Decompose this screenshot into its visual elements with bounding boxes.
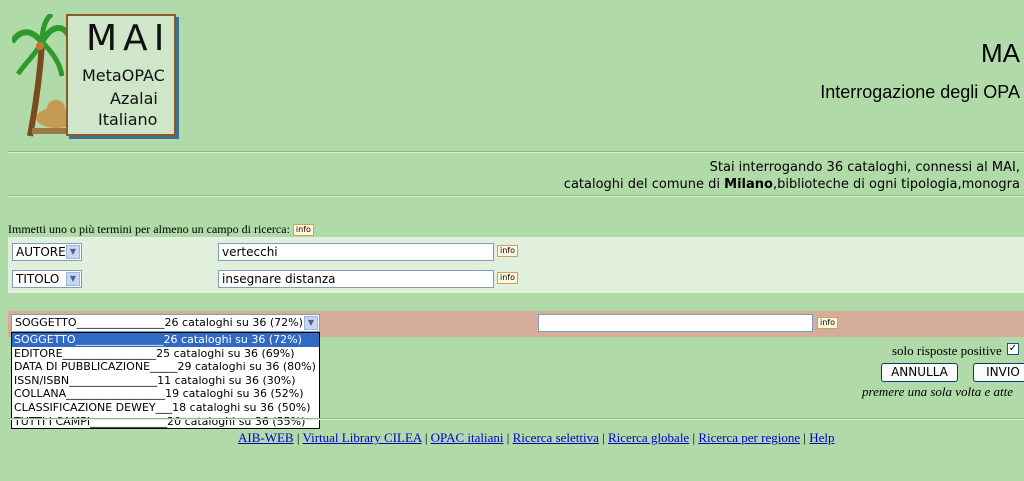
- field-select-2[interactable]: TITOLO ▼: [12, 270, 82, 288]
- catalog-info-pre: cataloghi del comune di: [563, 177, 725, 192]
- info-button-prompt[interactable]: info: [292, 224, 314, 237]
- catalog-info-post: ,biblioteche di ogni tipologia,monogra: [772, 177, 1020, 192]
- logo-line-2: Azalai: [110, 89, 158, 108]
- footer-separator: |: [506, 430, 510, 445]
- mai-logo: MAI MetaOPAC Azalai Italiano: [12, 14, 178, 138]
- divider-bottom: [8, 418, 1024, 420]
- dropdown-option[interactable]: CLASSIFICAZIONE DEWEY___18 cataloghi su …: [12, 401, 319, 415]
- search-input-2[interactable]: insegnare distanza: [218, 270, 494, 288]
- dropdown-option[interactable]: TUTTI I CAMPI______________20 cataloghi …: [12, 415, 319, 429]
- search-prompt-text: Immetti uno o più termini per almeno un …: [8, 222, 290, 236]
- solo-positive-checkbox[interactable]: ✓: [1007, 343, 1019, 355]
- footer-link-ricerca-globale[interactable]: Ricerca globale: [608, 430, 689, 445]
- footer-link-opac-italiani[interactable]: OPAC italiani: [431, 430, 504, 445]
- field-dropdown-list[interactable]: SOGGETTO________________26 cataloghi su …: [11, 332, 320, 430]
- page-subtitle: Interrogazione degli OPA: [820, 82, 1020, 102]
- catalog-info-line-2: cataloghi del comune di Milano,bibliotec…: [564, 177, 1020, 192]
- search-input-3[interactable]: [538, 314, 813, 332]
- field-select-1[interactable]: AUTORE ▼: [12, 243, 82, 261]
- divider-middle: [8, 195, 1024, 197]
- submit-note: premere una sola volta e atte: [862, 384, 1014, 399]
- catalog-info-city: Milano: [724, 177, 773, 192]
- dropdown-option[interactable]: ISSN/ISBN________________11 cataloghi su…: [12, 374, 319, 388]
- page-title: MA: [981, 38, 1020, 68]
- footer-link-ricerca-selettiva[interactable]: Ricerca selettiva: [513, 430, 599, 445]
- search-input-1[interactable]: vertecchi: [218, 243, 494, 261]
- field-select-1-value: AUTORE: [16, 245, 66, 259]
- dropdown-option[interactable]: EDITORE_________________25 cataloghi su …: [12, 347, 319, 361]
- solo-positive-label: solo risposte positive: [892, 343, 1002, 358]
- dropdown-option[interactable]: COLLANA__________________19 cataloghi su…: [12, 387, 319, 401]
- chevron-down-icon[interactable]: ▼: [66, 272, 80, 286]
- divider-top: [8, 151, 1024, 153]
- chevron-down-icon[interactable]: ▼: [304, 316, 318, 330]
- invio-button[interactable]: INVIO: [973, 363, 1024, 382]
- info-button-3[interactable]: info: [817, 317, 839, 329]
- footer-separator: |: [424, 430, 428, 445]
- search-prompt: Immetti uno o più termini per almeno un …: [8, 222, 314, 237]
- field-select-3[interactable]: SOGGETTO________________26 cataloghi su …: [11, 314, 320, 332]
- footer-link-ricerca-regione[interactable]: Ricerca per regione: [698, 430, 800, 445]
- catalog-info-line-1: Stai interrogando 36 cataloghi, connessi…: [709, 160, 1020, 175]
- field-select-2-value: TITOLO: [16, 272, 60, 286]
- chevron-down-icon[interactable]: ▼: [66, 245, 80, 259]
- logo-line-1: MetaOPAC: [82, 66, 165, 85]
- dropdown-option[interactable]: SOGGETTO________________26 cataloghi su …: [12, 333, 319, 347]
- footer-nav: AIB-WEB | Virtual Library CILEA | OPAC i…: [238, 430, 835, 446]
- info-button-2[interactable]: info: [497, 272, 519, 284]
- footer-link-aib-web[interactable]: AIB-WEB: [238, 430, 294, 445]
- logo-line-3: Italiano: [98, 110, 158, 129]
- dropdown-option[interactable]: DATA DI PUBBLICAZIONE_____29 cataloghi s…: [12, 360, 319, 374]
- footer-separator: |: [803, 430, 806, 445]
- footer-separator: |: [602, 430, 605, 445]
- info-button-1[interactable]: info: [497, 245, 519, 257]
- field-select-3-value: SOGGETTO________________26 cataloghi su …: [15, 316, 303, 329]
- footer-link-virtual-library[interactable]: Virtual Library CILEA: [302, 430, 421, 445]
- footer-separator: |: [296, 430, 300, 445]
- footer-link-help[interactable]: Help: [809, 430, 834, 445]
- logo-title: MAI: [86, 18, 171, 59]
- annulla-button[interactable]: ANNULLA: [881, 363, 958, 382]
- footer-separator: |: [692, 430, 696, 445]
